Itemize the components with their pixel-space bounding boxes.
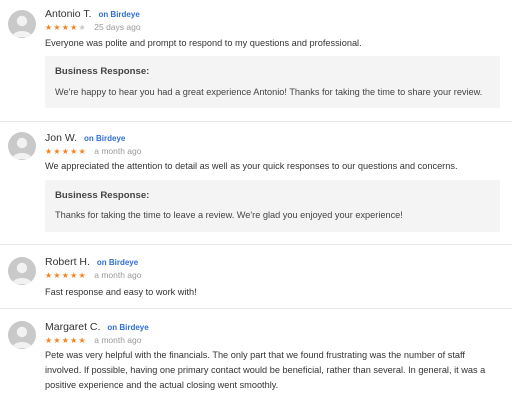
reviewer-name: Margaret C. (45, 321, 101, 333)
review-text: Fast response and easy to work with! (45, 287, 197, 297)
avatar (8, 10, 36, 38)
response-text: Thanks for taking the time to leave a re… (55, 210, 403, 220)
review-date: a month ago (94, 335, 142, 345)
star-filled-icon: ★★★★★ (45, 147, 87, 156)
user-silhouette-icon (12, 15, 32, 37)
review-meta: ★★★★★ a month ago (45, 335, 142, 345)
star-rating: ★★★★★ (45, 147, 87, 156)
review-meta: ★★★★★ a month ago (45, 146, 142, 156)
user-silhouette-icon (12, 137, 32, 159)
avatar (8, 132, 36, 160)
star-filled-icon: ★★★★ (45, 23, 79, 32)
divider (0, 308, 512, 309)
review-source-link[interactable]: on Birdeye (107, 323, 148, 332)
response-text: We're happy to hear you had a great expe… (55, 87, 483, 97)
response-title: Business Response: (55, 190, 150, 201)
review-date: 25 days ago (94, 22, 141, 32)
review-meta: ★★★★★ a month ago (45, 270, 142, 280)
reviewer-row: Antonio T. on Birdeye (45, 8, 140, 20)
star-filled-icon: ★★★★★ (45, 271, 87, 280)
star-rating: ★★★★★ (45, 23, 87, 32)
divider (0, 244, 512, 245)
review-item: Antonio T. on Birdeye ★★★★★ 25 days ago … (0, 0, 512, 123)
business-response: Business Response: Thanks for taking the… (45, 180, 500, 232)
divider (0, 121, 512, 122)
response-title: Business Response: (55, 66, 150, 77)
review-date: a month ago (94, 146, 142, 156)
star-filled-icon: ★★★★★ (45, 336, 87, 345)
review-date: a month ago (94, 270, 142, 280)
avatar (8, 321, 36, 349)
review-item: Robert H. on Birdeye ★★★★★ a month ago F… (0, 247, 512, 307)
review-source-link[interactable]: on Birdeye (98, 10, 139, 19)
review-text: We appreciated the attention to detail a… (45, 161, 458, 171)
reviewer-row: Robert H. on Birdeye (45, 256, 138, 268)
star-rating: ★★★★★ (45, 336, 87, 345)
reviewer-row: Jon W. on Birdeye (45, 132, 125, 144)
user-silhouette-icon (12, 262, 32, 284)
reviewer-name: Antonio T. (45, 8, 92, 20)
review-text-line: involved. If possible, having one primar… (45, 365, 486, 375)
reviewer-row: Margaret C. on Birdeye (45, 321, 149, 333)
reviewer-name: Jon W. (45, 132, 78, 144)
review-source-link[interactable]: on Birdeye (97, 258, 138, 267)
reviewer-name: Robert H. (45, 256, 90, 268)
review-text: Pete was very helpful with the financial… (45, 348, 505, 393)
review-meta: ★★★★★ 25 days ago (45, 22, 141, 32)
review-text-line: positive experience and the actual closi… (45, 380, 279, 390)
avatar (8, 257, 36, 285)
star-rating: ★★★★★ (45, 271, 87, 280)
review-item: Jon W. on Birdeye ★★★★★ a month ago We a… (0, 124, 512, 244)
business-response: Business Response: We're happy to hear y… (45, 56, 500, 108)
review-text-line: Pete was very helpful with the financial… (45, 350, 465, 360)
user-silhouette-icon (12, 326, 32, 348)
review-text: Everyone was polite and prompt to respon… (45, 38, 362, 48)
review-source-link[interactable]: on Birdeye (84, 134, 125, 143)
review-item: Margaret C. on Birdeye ★★★★★ a month ago… (0, 311, 512, 403)
star-empty-icon: ★ (78, 23, 87, 32)
